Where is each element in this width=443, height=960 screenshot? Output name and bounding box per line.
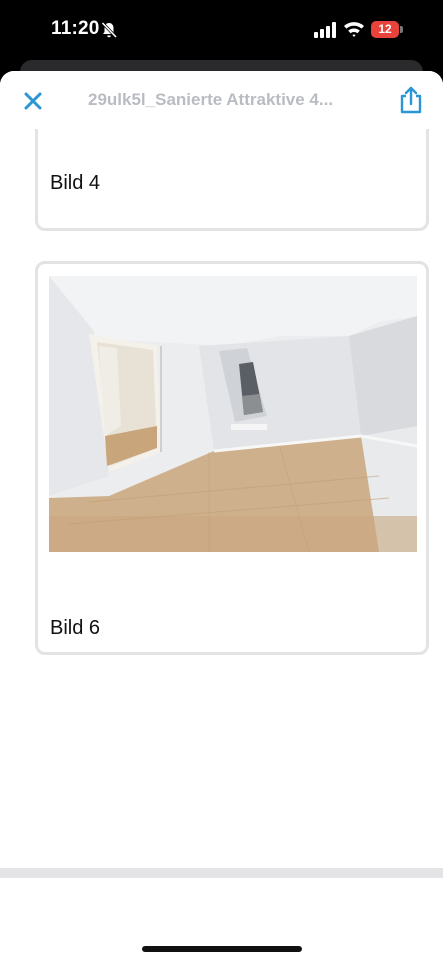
bell-slash-icon xyxy=(100,21,118,39)
image-card[interactable]: Bild 6 xyxy=(35,261,429,655)
bottom-divider xyxy=(0,868,443,878)
image-gallery-sheet: 29ulk5l_Sanierte Attraktive 4... Bild 4 xyxy=(0,71,443,960)
share-icon xyxy=(400,86,422,114)
share-button[interactable] xyxy=(398,85,424,115)
sheet-header: 29ulk5l_Sanierte Attraktive 4... xyxy=(0,71,443,129)
status-bar: 11:20 12 xyxy=(0,0,443,62)
battery-icon: 12 xyxy=(371,21,403,38)
close-icon xyxy=(24,92,42,110)
battery-level: 12 xyxy=(371,21,399,38)
close-button[interactable] xyxy=(20,88,46,114)
image-caption: Bild 4 xyxy=(50,172,101,194)
home-indicator[interactable] xyxy=(142,946,302,952)
image-caption: Bild 6 xyxy=(50,617,101,639)
status-time: 11:20 xyxy=(51,18,100,39)
battery-tip xyxy=(400,26,403,33)
room-photo[interactable] xyxy=(49,276,417,552)
image-list[interactable]: Bild 4 Bild 6 xyxy=(0,129,443,869)
wifi-icon xyxy=(343,20,365,38)
cellular-signal-icon xyxy=(314,22,338,38)
page-title: 29ulk5l_Sanierte Attraktive 4... xyxy=(88,90,334,109)
image-card[interactable]: Bild 4 xyxy=(35,129,429,231)
